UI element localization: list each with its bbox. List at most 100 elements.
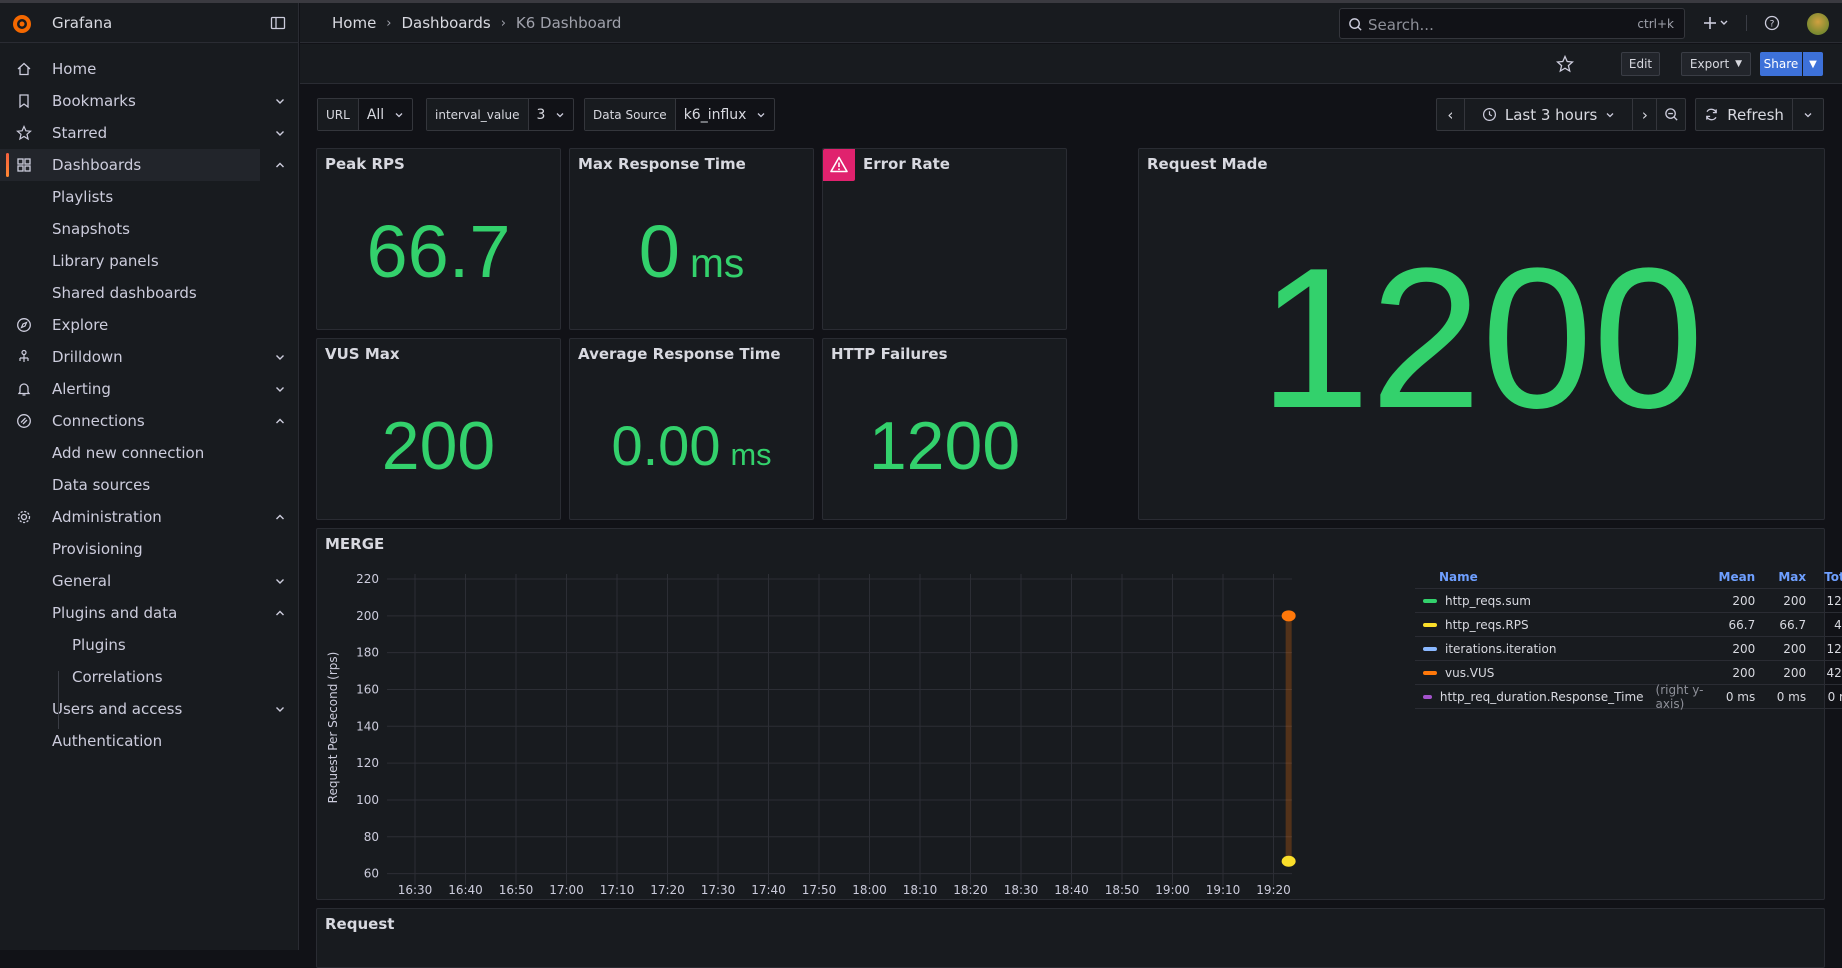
refresh-label: Refresh — [1727, 105, 1784, 124]
y-tick-label: 120 — [356, 756, 379, 770]
sidebar-item-starred[interactable]: Starred — [0, 117, 299, 149]
legend-row[interactable]: iterations.iteration 200 200 1200 — [1415, 637, 1842, 661]
legend-total: 4200 — [1826, 665, 1842, 680]
time-shift-back-chevron-left-icon[interactable]: ‹ — [1437, 99, 1465, 130]
chevron-down-icon[interactable] — [274, 127, 286, 139]
sidebar-item-plugins-and-data[interactable]: Plugins and data — [0, 597, 299, 629]
variable-select[interactable]: k6_influx — [676, 99, 775, 130]
chevron-up-icon[interactable] — [274, 607, 286, 619]
export-button[interactable]: Export ▼ — [1681, 52, 1751, 76]
sidebar-item-playlists[interactable]: Playlists — [0, 181, 299, 213]
panel-request[interactable]: Request — [316, 908, 1825, 968]
panel-max-response-time[interactable]: Max Response Time 0 ms — [569, 148, 814, 330]
panel-vus-max[interactable]: VUS Max 200 — [316, 338, 561, 520]
chevron-down-icon — [395, 112, 403, 117]
mark-favorite-star-icon[interactable] — [1556, 55, 1574, 73]
panel-error-rate[interactable]: Error Rate — [822, 148, 1067, 330]
series-color-swatch — [1423, 598, 1437, 603]
time-shift-forward-chevron-right-icon[interactable]: › — [1633, 99, 1658, 130]
sidebar-item-authentication[interactable]: Authentication — [0, 725, 299, 757]
legend-mean: 66.7 — [1728, 617, 1756, 632]
time-range-picker[interactable]: Last 3 hours — [1465, 99, 1634, 130]
chevron-down-icon[interactable] — [274, 383, 286, 395]
share-dropdown-chevron-down-icon[interactable]: ▼ — [1803, 52, 1823, 76]
chevron-down-icon[interactable] — [274, 351, 286, 363]
refresh-button[interactable]: Refresh — [1696, 99, 1794, 130]
breadcrumb-home[interactable]: Home — [332, 14, 376, 32]
x-tick-label: 19:00 — [1155, 883, 1190, 897]
help-icon[interactable]: ? — [1764, 15, 1780, 31]
legend-header-max[interactable]: Max — [1755, 570, 1806, 584]
sidebar-item-shared-dashboards[interactable]: Shared dashboards — [0, 277, 299, 309]
share-button[interactable]: Share — [1760, 52, 1802, 76]
legend-row[interactable]: http_req_duration.Response_Time (right y-… — [1415, 683, 1842, 711]
x-tick-label: 18:40 — [1054, 883, 1089, 897]
sidebar-item-users-and-access[interactable]: Users and access — [0, 693, 299, 725]
sidebar-item-bookmarks[interactable]: Bookmarks — [0, 85, 299, 117]
sidebar-item-administration[interactable]: Administration — [0, 501, 299, 533]
new-menu-button[interactable] — [1702, 13, 1732, 33]
sidebar-item-connections[interactable]: Connections — [0, 405, 299, 437]
legend-series-name[interactable]: http_req_duration.Response_Time (right y-… — [1415, 683, 1704, 711]
edit-button[interactable]: Edit — [1621, 52, 1660, 76]
chevron-up-icon[interactable] — [274, 415, 286, 427]
variable-select[interactable]: All — [359, 99, 412, 130]
sidebar-item-library-panels[interactable]: Library panels — [0, 245, 299, 277]
sidebar-item-snapshots[interactable]: Snapshots — [0, 213, 299, 245]
chevron-up-icon[interactable] — [274, 159, 286, 171]
panel-http-failures[interactable]: HTTP Failures 1200 — [822, 338, 1067, 520]
sidebar-item-explore[interactable]: Explore — [0, 309, 299, 341]
sidebar-item-general[interactable]: General — [0, 565, 299, 597]
y-tick-label: 60 — [364, 867, 379, 881]
user-avatar[interactable] — [1807, 13, 1829, 35]
sidebar-item-plugins[interactable]: Plugins — [0, 629, 299, 661]
stat-value: 0 — [638, 210, 680, 293]
sidebar-item-home[interactable]: Home — [0, 53, 299, 85]
breadcrumb: Home › Dashboards › K6 Dashboard — [332, 14, 621, 32]
zoom-out-glyph-icon — [1664, 108, 1678, 121]
panel-request-made[interactable]: Request Made 1200 — [1138, 148, 1825, 520]
clock-icon — [1482, 107, 1496, 122]
sidebar-item-drilldown[interactable]: Drilldown — [0, 341, 299, 373]
sidebar-item-provisioning[interactable]: Provisioning — [0, 533, 299, 565]
grafana-logo-icon[interactable] — [11, 13, 33, 35]
chevron-down-icon[interactable] — [274, 575, 286, 587]
sidebar-item-add-new-connection[interactable]: Add new connection — [0, 437, 299, 469]
panel-error-badge[interactable] — [823, 149, 855, 181]
legend-series-name[interactable]: http_reqs.RPS — [1415, 618, 1704, 632]
chevron-down-icon[interactable] — [274, 95, 286, 107]
panel-peak-rps[interactable]: Peak RPS 66.7 — [316, 148, 561, 330]
x-tick-label: 17:40 — [751, 883, 786, 897]
legend-header-mean[interactable]: Mean — [1704, 570, 1756, 584]
refresh-interval-chevron-down-icon[interactable] — [1793, 99, 1823, 130]
legend-series-name[interactable]: vus.VUS — [1415, 666, 1704, 680]
legend-row[interactable]: http_reqs.sum 200 200 1200 — [1415, 589, 1842, 613]
zoom-out-icon[interactable] — [1657, 99, 1685, 130]
sidebar-item-correlations[interactable]: Correlations — [0, 661, 299, 693]
variable-value: All — [366, 106, 385, 123]
legend-row[interactable]: http_reqs.RPS 66.7 66.7 400 — [1415, 613, 1842, 637]
search-input[interactable]: Search... ctrl+k — [1339, 8, 1685, 39]
legend-header-total[interactable]: Total — [1806, 570, 1842, 584]
sidebar-item-data-sources[interactable]: Data sources — [0, 469, 299, 501]
time-range-label: Last 3 hours — [1504, 105, 1598, 124]
legend-series-name[interactable]: iterations.iteration — [1415, 642, 1704, 656]
variable-select[interactable]: 3 — [529, 99, 574, 130]
panel-merge[interactable]: MERGE 220 200 180 160 140 120 100 80 60 16:30 16:4… — [316, 528, 1842, 901]
legend-row[interactable]: vus.VUS 200 200 4200 — [1415, 661, 1842, 685]
variable-url[interactable]: URL All — [317, 98, 414, 131]
chevron-down-icon[interactable] — [274, 703, 286, 715]
sidebar-item-alerting[interactable]: Alerting — [0, 373, 299, 405]
breadcrumb-dashboards[interactable]: Dashboards — [402, 14, 491, 32]
legend-header-name[interactable]: Name — [1415, 570, 1704, 584]
merge-timeseries-chart[interactable]: 220 200 180 160 140 120 100 80 60 16:30 16:40 16:50… — [317, 529, 1412, 901]
legend-series-name[interactable]: http_reqs.sum — [1415, 594, 1704, 608]
sidebar-item-dashboards[interactable]: Dashboards — [0, 149, 284, 181]
panel-average-response-time[interactable]: Average Response Time 0.00 ms — [569, 338, 814, 520]
chevron-up-icon[interactable] — [274, 511, 286, 523]
export-label: Export — [1689, 57, 1730, 71]
dock-menu-icon[interactable] — [270, 15, 286, 31]
variable-interval-value[interactable]: interval_value 3 — [426, 98, 575, 131]
variable-data-source[interactable]: Data Source k6_influx — [584, 98, 776, 131]
variable-value: 3 — [536, 106, 546, 123]
